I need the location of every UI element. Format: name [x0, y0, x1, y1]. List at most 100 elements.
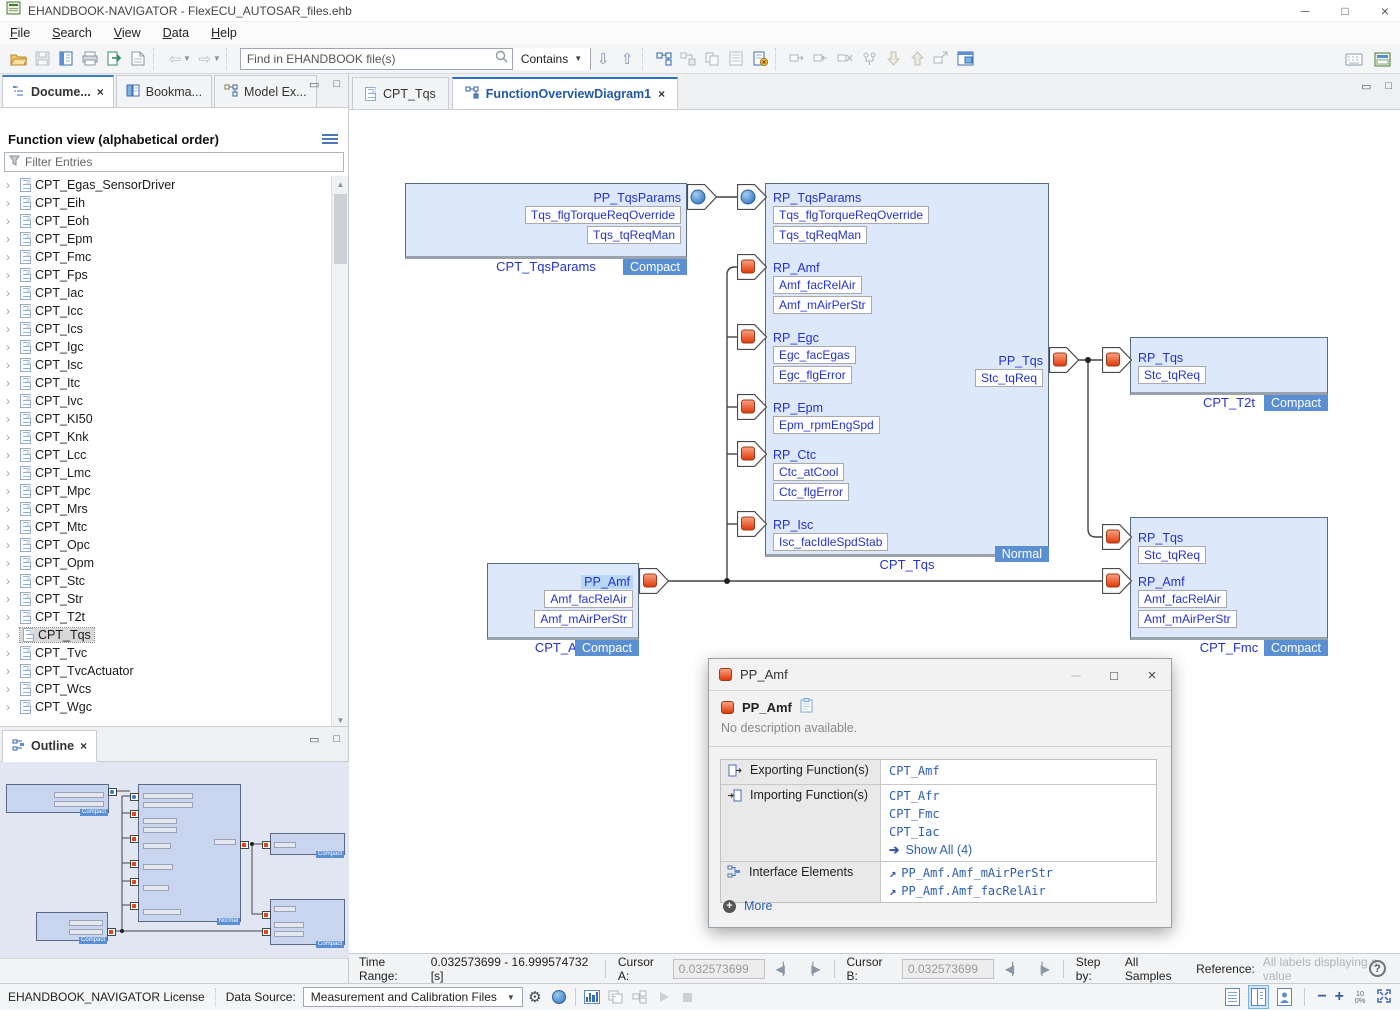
tree-item[interactable]: ›CPT_Opm [0, 554, 332, 572]
zoom-out-icon[interactable]: − [1317, 988, 1326, 1006]
expander-icon[interactable]: › [6, 448, 16, 462]
port-label[interactable]: PP_Tqs [975, 353, 1043, 369]
tree-item[interactable]: ›CPT_Epm [0, 230, 332, 248]
tree-item[interactable]: ›CPT_Wgc [0, 698, 332, 716]
tree-item[interactable]: ›CPT_Ivc [0, 392, 332, 410]
signal-box[interactable]: Stc_tqReq [1138, 546, 1206, 564]
open-file-icon[interactable] [6, 47, 30, 71]
tab-documentation[interactable]: Docume... × [2, 75, 114, 107]
connect-signal-icon[interactable] [857, 47, 881, 71]
port-label[interactable]: RP_Tqs [1138, 350, 1206, 366]
function-link[interactable]: CPT_Afr [889, 787, 1148, 805]
maximize-icon[interactable]: □ [1095, 659, 1133, 691]
close-icon[interactable]: × [1133, 659, 1171, 691]
find-next-icon[interactable]: ⇩ [591, 47, 615, 71]
port-label[interactable]: RP_Amf [773, 260, 872, 276]
output-port-red[interactable] [639, 568, 669, 594]
block-cpt-tqs[interactable]: RP_TqsParams Tqs_flgTorqueReqOverride Tq… [765, 183, 1049, 557]
expander-icon[interactable]: › [6, 394, 16, 408]
open-window-icon[interactable] [953, 47, 977, 71]
find-previous-icon[interactable]: ⇧ [615, 47, 639, 71]
cursor-b-step-back-icon[interactable]: ◀▏ [1002, 962, 1022, 976]
tree-item[interactable]: ›CPT_Tvc [0, 644, 332, 662]
tree-item[interactable]: ›CPT_T2t [0, 608, 332, 626]
port-label[interactable]: RP_Amf [1138, 574, 1237, 590]
tree-item[interactable]: ›CPT_Iac [0, 284, 332, 302]
switch-window-icon[interactable] [1370, 47, 1394, 71]
copy-cl ipboard-icon[interactable] [800, 698, 813, 716]
scroll-up-icon[interactable]: ▲ [332, 176, 349, 192]
close-icon[interactable]: × [1378, 3, 1392, 19]
globe-icon[interactable] [547, 985, 571, 1009]
minimize-icon[interactable]: ─ [1057, 659, 1095, 691]
function-link[interactable]: CPT_Amf [889, 762, 1148, 780]
maximize-icon[interactable]: □ [1338, 4, 1352, 18]
view-mode-badge[interactable]: Compact [623, 259, 687, 275]
tree-item[interactable]: ›CPT_Ics [0, 320, 332, 338]
ebook-icon[interactable] [54, 47, 78, 71]
move-up-icon[interactable] [905, 47, 929, 71]
tree-item[interactable]: ›CPT_Mrs [0, 500, 332, 518]
tree-item[interactable]: ›CPT_Stc [0, 572, 332, 590]
expander-icon[interactable]: › [6, 340, 16, 354]
expander-icon[interactable]: › [6, 430, 16, 444]
expander-icon[interactable]: › [6, 232, 16, 246]
filter-input[interactable] [25, 155, 339, 169]
diagram-canvas[interactable]: PP_TqsParams Tqs_flgTorqueReqOverride Tq… [349, 110, 1400, 953]
save-icon[interactable] [30, 47, 54, 71]
split-view-icon[interactable] [1248, 985, 1269, 1009]
experiment-view-icon[interactable] [628, 985, 652, 1009]
tab-function-overview-diagram[interactable]: FunctionOverviewDiagram1 × [452, 77, 678, 109]
tree-item[interactable]: ›CPT_Mpc [0, 482, 332, 500]
expander-icon[interactable]: › [6, 412, 16, 426]
expander-icon[interactable]: › [6, 376, 16, 390]
expander-icon[interactable]: › [6, 646, 16, 660]
minimize-panel-icon[interactable]: ▭ [309, 733, 319, 746]
close-icon[interactable]: × [658, 87, 665, 101]
scroll-thumb[interactable] [334, 194, 347, 264]
tab-outline[interactable]: Outline × [2, 730, 97, 762]
tab-cpt-tqs[interactable]: CPT_Tqs [352, 77, 449, 109]
tree-item-selected[interactable]: ›CPT_Tqs [0, 626, 332, 644]
search-icon[interactable] [491, 50, 512, 68]
expander-icon[interactable]: › [6, 700, 16, 714]
cursor-b-input[interactable] [902, 959, 994, 979]
expander-icon[interactable]: › [6, 484, 16, 498]
tree-item[interactable]: ›CPT_TvcActuator [0, 662, 332, 680]
input-port-red[interactable] [1102, 347, 1132, 373]
signal-box[interactable]: Tqs_flgTorqueReqOverride [773, 206, 929, 224]
cursor-a-step-forward-icon[interactable]: ▕▶ [801, 962, 821, 976]
presenter-view-icon[interactable] [1277, 988, 1292, 1006]
menu-data[interactable]: Data [163, 26, 189, 40]
tree-item[interactable]: ›CPT_Isc [0, 356, 332, 374]
port-label[interactable]: RP_Isc [773, 517, 888, 533]
delete-function-icon[interactable] [833, 47, 857, 71]
interface-element-link[interactable]: ↗PP_Amf.Amf_mAirPerStr [889, 864, 1148, 882]
view-mode-badge[interactable]: Normal [995, 546, 1049, 562]
cursor-a-input[interactable] [673, 959, 765, 979]
diagram-save-icon[interactable] [676, 47, 700, 71]
view-menu-icon[interactable] [322, 132, 338, 146]
cursor-b-step-forward-icon[interactable]: ▕▶ [1030, 962, 1050, 976]
data-source-dropdown[interactable]: Measurement and Calibration Files ▼ [303, 987, 523, 1007]
signal-box[interactable]: Amf_mAirPerStr [773, 296, 872, 314]
zoom-level[interactable]: 100% [1352, 990, 1368, 1004]
stop-icon[interactable] [676, 985, 700, 1009]
close-icon[interactable]: × [97, 85, 104, 99]
signal-box[interactable]: Amf_facRelAir [773, 276, 862, 294]
signal-box[interactable]: Stc_tqReq [975, 369, 1043, 387]
block-cpt-t2t[interactable]: RP_Tqs Stc_tqReq CPT_T2t Compact [1130, 337, 1328, 395]
tab-bookmarks[interactable]: Bookma... [116, 75, 212, 107]
port-label[interactable]: RP_Egc [773, 330, 856, 346]
tree-item[interactable]: ›CPT_Lmc [0, 464, 332, 482]
pdf-report-icon[interactable] [126, 47, 150, 71]
expander-icon[interactable]: › [6, 358, 16, 372]
remove-function-icon[interactable] [809, 47, 833, 71]
maximize-panel-icon[interactable]: □ [333, 733, 340, 746]
settings-gear-icon[interactable]: ⚙ [523, 985, 547, 1009]
input-port-red[interactable] [1102, 568, 1132, 594]
tree-item[interactable]: ›CPT_Itc [0, 374, 332, 392]
input-port-red[interactable] [737, 441, 767, 467]
port-label[interactable]: RP_Tqs [1138, 530, 1206, 546]
shortcut-keys-icon[interactable] [1342, 47, 1366, 71]
